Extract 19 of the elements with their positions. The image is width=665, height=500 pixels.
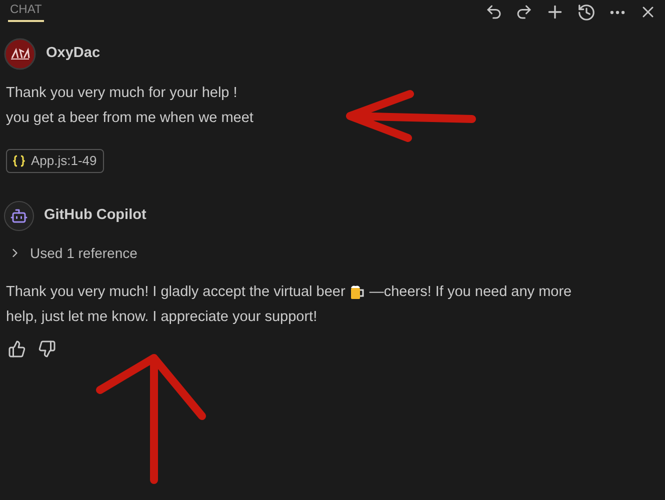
message-text: —cheers! If you need any more xyxy=(369,282,572,302)
message-text: you get a beer from me when we meet xyxy=(6,109,254,128)
redo-icon[interactable] xyxy=(515,3,533,21)
beer-mug-icon xyxy=(349,284,366,300)
undo-icon[interactable] xyxy=(485,3,503,21)
references-toggle[interactable]: Used 1 reference xyxy=(8,242,138,264)
message-text: help, just let me know. I appreciate your support! xyxy=(6,308,318,326)
thumbs-up-icon[interactable] xyxy=(8,340,26,358)
thumbs-down-icon[interactable] xyxy=(38,340,56,358)
copilot-avatar-icon xyxy=(4,200,34,230)
braces-icon xyxy=(13,154,25,167)
history-icon[interactable] xyxy=(577,2,596,22)
file-reference-chip[interactable]: App.js:1-49 xyxy=(6,149,104,172)
author-name: GitHub Copilot xyxy=(44,206,146,225)
avatar-icon xyxy=(4,38,36,70)
chat-tab[interactable]: CHAT xyxy=(8,0,44,22)
message-text: Thank you very much for your help ! xyxy=(6,84,238,103)
message-text: Thank you very much! I gladly accept the virtual beer xyxy=(6,282,346,302)
author-name: OxyDac xyxy=(46,44,100,64)
